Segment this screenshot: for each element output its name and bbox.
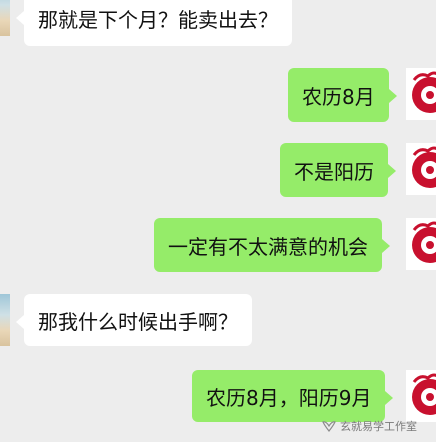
outgoing-message[interactable]: 不是阳历 [280,143,396,197]
message-text: 那就是下个月？能卖出去？ [38,7,278,32]
self-avatar[interactable] [406,68,436,120]
dragon-logo-icon [412,71,436,113]
contact-avatar[interactable] [0,0,10,36]
self-avatar[interactable] [406,143,436,195]
dragon-logo-icon [412,146,436,188]
self-avatar[interactable] [406,218,436,270]
dragon-logo-icon [412,221,436,263]
message-text: 农历8月 [302,84,375,109]
incoming-message[interactable]: 那我什么时候出手啊？ [16,294,252,346]
message-text: 那我什么时候出手啊？ [38,309,238,334]
chat-window: 那就是下个月？能卖出去？ 农历8月 不是阳历 一定有不太满意的机会 那我什么时候… [0,0,436,442]
self-avatar[interactable] [406,370,436,422]
incoming-message[interactable]: 那就是下个月？能卖出去？ [16,0,292,46]
dragon-logo-icon [412,373,436,415]
watermark-text: 玄就易学工作室 [340,420,417,433]
watermark: 玄就易学工作室 [322,418,417,434]
outgoing-message[interactable]: 一定有不太满意的机会 [154,218,390,272]
contact-avatar[interactable] [0,294,10,346]
outgoing-message[interactable]: 农历8月，阳历9月 [192,370,394,422]
message-text: 不是阳历 [294,159,374,184]
message-text: 一定有不太满意的机会 [168,234,368,259]
wechat-channel-icon [322,421,336,432]
message-text: 农历8月，阳历9月 [206,385,372,410]
outgoing-message[interactable]: 农历8月 [288,68,397,122]
